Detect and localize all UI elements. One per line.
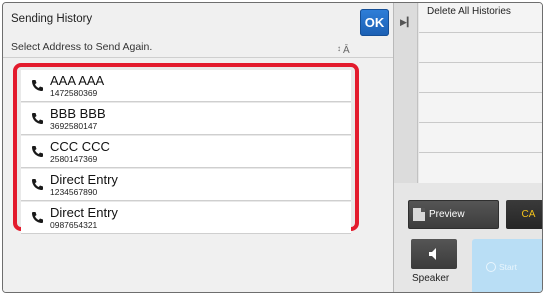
phone-icon <box>32 80 43 91</box>
phone-icon <box>32 113 43 124</box>
item-number: 1472580369 <box>50 88 98 98</box>
app-frame: Sending History OK Select Address to Sen… <box>2 2 543 293</box>
ok-button[interactable]: OK <box>360 9 389 36</box>
speaker-icon <box>429 248 436 260</box>
item-name: Direct Entry <box>50 172 118 187</box>
item-number: 2580147369 <box>50 154 98 164</box>
svg-text:↕: ↕ <box>337 44 341 53</box>
address-list: AAA AAA 1472580369 BBB BBB 3692580147 CC… <box>13 63 359 234</box>
sort-az-glyph: ↕ Ā <box>337 44 350 55</box>
preview-button[interactable]: Preview <box>408 200 499 229</box>
list-item[interactable]: BBB BBB 3692580147 <box>21 103 351 135</box>
phone-icon <box>32 179 43 190</box>
right-panel: ▶▎ Delete All Histories Preview CA Speak… <box>393 3 542 292</box>
phone-icon <box>32 212 43 223</box>
dialog-empty-area <box>3 237 393 292</box>
list-item[interactable]: Direct Entry 0987654321 <box>21 202 351 234</box>
start-button[interactable]: Start <box>472 239 542 292</box>
item-name: BBB BBB <box>50 106 106 121</box>
history-empty-row <box>419 33 542 63</box>
history-empty-row <box>419 123 542 153</box>
item-name: Direct Entry <box>50 205 118 220</box>
expand-tab[interactable]: ▶▎ <box>394 3 418 183</box>
dialog-title: Sending History <box>11 13 93 25</box>
ca-button[interactable]: CA <box>506 200 542 229</box>
sort-az-icon[interactable]: ↕ Ā <box>336 40 356 56</box>
divider <box>3 57 393 58</box>
list-item[interactable]: CCC CCC 2580147369 <box>21 136 351 168</box>
start-label: Start <box>499 261 517 272</box>
item-number: 0987654321 <box>50 220 98 230</box>
expand-arrow-icon: ▶▎ <box>400 17 414 27</box>
delete-all-histories-item[interactable]: Delete All Histories <box>419 3 542 33</box>
phone-icon <box>32 146 43 157</box>
svg-text:Ā: Ā <box>343 44 350 55</box>
history-action-list: Delete All Histories <box>419 3 542 183</box>
sending-history-dialog: Sending History OK Select Address to Sen… <box>3 3 393 292</box>
speaker-label: Speaker <box>412 273 450 284</box>
document-icon <box>413 208 425 221</box>
start-icon <box>486 261 496 272</box>
history-empty-row <box>419 93 542 123</box>
preview-label: Preview <box>429 209 465 220</box>
item-number: 1234567890 <box>50 187 98 197</box>
speaker-button[interactable] <box>411 239 457 269</box>
list-item[interactable]: AAA AAA 1472580369 <box>21 70 351 102</box>
item-name: AAA AAA <box>50 73 105 88</box>
history-empty-row <box>419 63 542 93</box>
dialog-subtitle: Select Address to Send Again. <box>11 41 153 53</box>
list-item[interactable]: Direct Entry 1234567890 <box>21 169 351 201</box>
item-number: 3692580147 <box>50 121 98 131</box>
item-name: CCC CCC <box>50 139 110 154</box>
